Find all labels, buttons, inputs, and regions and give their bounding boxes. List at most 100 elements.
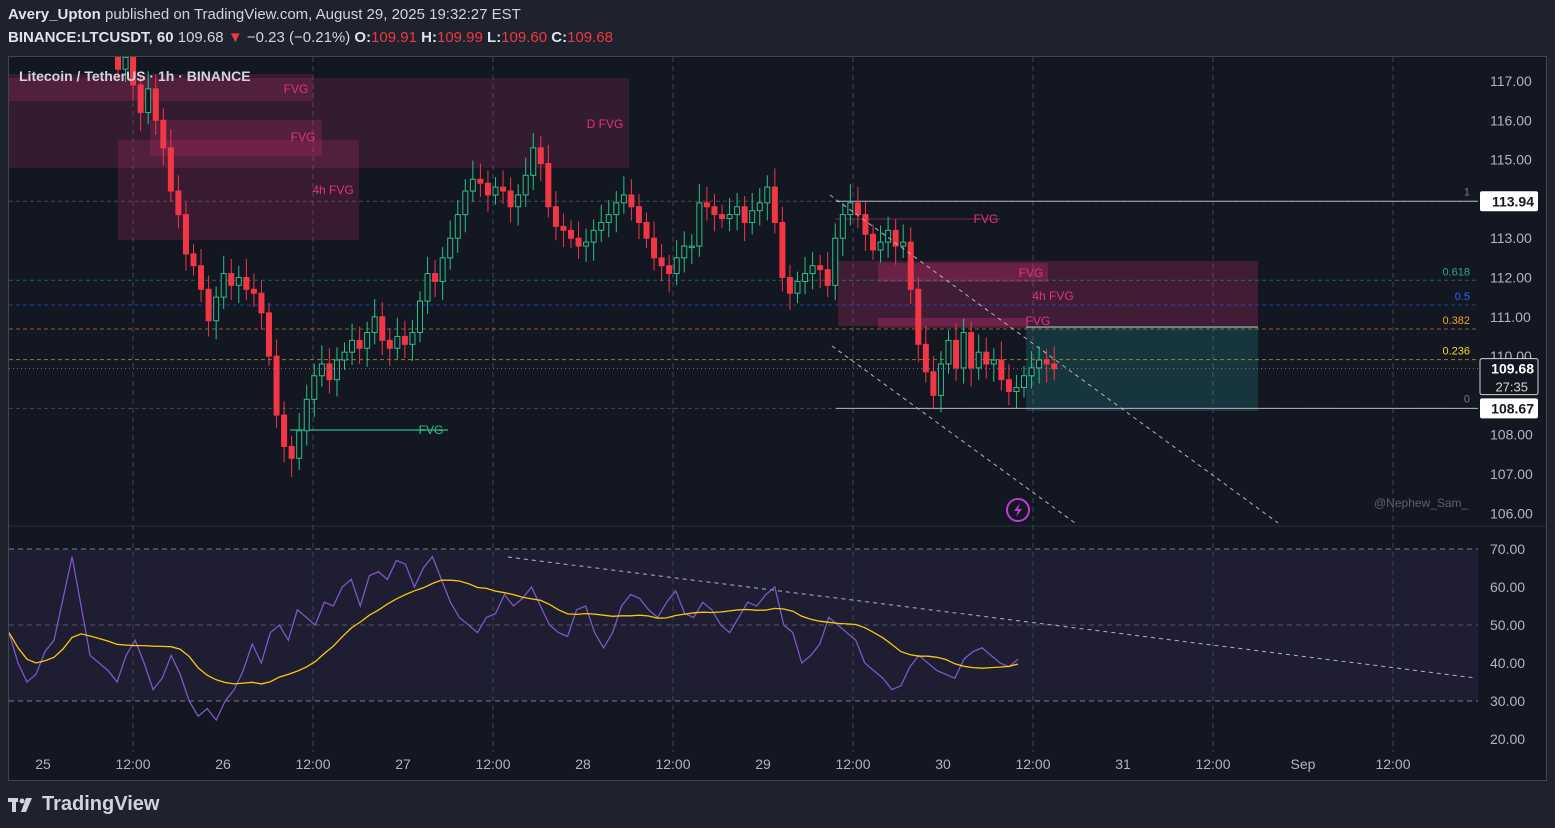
price-tick-label: 111.00	[1490, 309, 1531, 325]
fib-label: 0.382	[1442, 315, 1470, 327]
candle-body	[628, 194, 635, 208]
candle-body	[590, 229, 597, 243]
candle-body	[1013, 387, 1020, 392]
candle-body	[213, 296, 220, 322]
candle-body	[243, 277, 250, 290]
candle-body	[552, 206, 559, 227]
candle-body	[930, 371, 937, 396]
candle-body	[726, 214, 733, 220]
fib-label: 0	[1464, 393, 1470, 405]
price-tick-label: 106.00	[1490, 505, 1533, 521]
candle-body	[605, 214, 612, 223]
time-tick-label: 27	[395, 756, 411, 772]
candle-body	[764, 186, 771, 204]
candle-body	[741, 206, 748, 223]
candle-body	[968, 332, 975, 369]
candle-body	[900, 241, 907, 247]
candle-body	[817, 265, 824, 271]
candle-body	[379, 316, 386, 341]
candle-body	[205, 288, 212, 322]
candle-body	[364, 332, 371, 349]
candle-body	[288, 445, 295, 459]
candle-body	[666, 265, 673, 275]
candle-body	[862, 214, 869, 235]
candle-body	[386, 339, 393, 349]
candle-body	[802, 273, 809, 282]
fvg-label: FVG	[974, 212, 999, 226]
price-tick-label: 116.00	[1490, 112, 1532, 128]
candle-body	[145, 88, 152, 113]
candle-body	[1036, 359, 1043, 369]
candle-body	[454, 214, 461, 239]
candle-body	[401, 335, 408, 345]
time-tick-label: Sep	[1291, 756, 1316, 772]
candle-body	[137, 84, 144, 113]
candle-body	[877, 241, 884, 251]
price-tick-label: 117.00	[1490, 73, 1532, 89]
candle-body	[809, 265, 816, 275]
candle-body	[839, 214, 846, 239]
fib-label: 0.236	[1442, 346, 1470, 358]
last-price-label: 109.68	[1491, 361, 1534, 377]
candle-body	[673, 257, 680, 275]
time-tick-label: 12:00	[835, 756, 870, 772]
fib-label: 1	[1464, 186, 1470, 198]
time-tick-label: 12:00	[475, 756, 510, 772]
candle-body	[469, 178, 476, 192]
candle-body	[651, 237, 658, 259]
tradingview-logo[interactable]: TradingView	[8, 793, 159, 816]
candle-body	[537, 147, 544, 165]
candle-body	[500, 186, 507, 192]
candle-body	[409, 332, 416, 345]
alert-bolt-icon[interactable]	[1006, 498, 1030, 522]
candle-body	[311, 375, 318, 400]
fvg-label: FVG	[1019, 266, 1044, 280]
rsi-tick-label: 30.00	[1490, 693, 1525, 709]
time-tick-label: 12:00	[1375, 756, 1410, 772]
candle-body	[786, 277, 793, 294]
time-tick-label: 12:00	[1015, 756, 1050, 772]
rsi-tick-label: 70.00	[1490, 541, 1525, 557]
candle-body	[492, 186, 499, 196]
candle-body	[771, 186, 778, 223]
candle-body	[915, 288, 922, 345]
candle-body	[945, 339, 952, 365]
candle-body	[824, 269, 831, 286]
time-tick-label: 12:00	[295, 756, 330, 772]
candle-body	[719, 214, 725, 220]
chart-canvas[interactable]: FVG D FVG FVG 4h FVG FVG FVG 4h FVG FVG FVG 1 0.6…	[0, 0, 1555, 828]
candle-body	[756, 202, 763, 212]
candle-body	[847, 202, 854, 216]
candle-body	[333, 359, 340, 381]
candle-body	[296, 430, 303, 459]
bar-countdown-label: 27:35	[1495, 380, 1528, 395]
candle-body	[854, 202, 861, 216]
price-tick-label: 115.00	[1490, 152, 1532, 168]
candle-body	[439, 257, 446, 282]
price-tick-label: 107.00	[1490, 466, 1533, 482]
candle-body	[349, 339, 356, 353]
watermark: @Nephew_Sam_	[1374, 496, 1469, 510]
candle-body	[432, 273, 439, 282]
candle-body	[235, 277, 242, 286]
candle-body	[583, 241, 590, 247]
candle-body	[620, 194, 627, 204]
candle-body	[1043, 359, 1050, 365]
candle-body	[507, 190, 514, 208]
candle-body	[975, 351, 982, 369]
candle-body	[515, 194, 522, 208]
candle-body	[688, 245, 695, 249]
chart-legend[interactable]: Litecoin / TetherUS · 1h · BINANCE	[19, 68, 251, 84]
candle-body	[635, 206, 642, 223]
candle-body	[417, 300, 423, 334]
candle-body	[568, 229, 574, 239]
time-tick-label: 29	[755, 756, 771, 772]
candle-body	[681, 245, 688, 259]
candle-body	[273, 355, 280, 416]
swing-low-price-label: 108.67	[1491, 400, 1534, 416]
candle-body	[394, 335, 401, 349]
candle-body	[711, 206, 718, 216]
fib-label: 0.618	[1442, 266, 1470, 278]
time-tick-label: 12:00	[115, 756, 150, 772]
h4-fvg-label: 4h FVG	[312, 183, 353, 197]
